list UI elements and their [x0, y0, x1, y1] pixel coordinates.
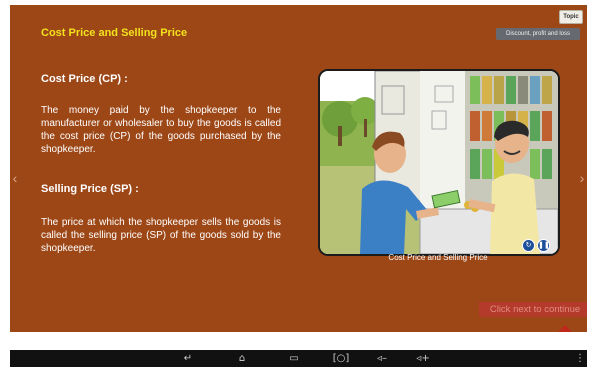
- recents-icon[interactable]: ▭: [286, 350, 302, 367]
- topic-button[interactable]: Topic: [559, 10, 583, 24]
- replay-icon[interactable]: ↻: [522, 239, 535, 252]
- topic-name-label: Discount, profit and loss: [496, 28, 580, 40]
- sp-heading: Selling Price (SP) :: [41, 183, 139, 195]
- chevron-left-icon[interactable]: ‹: [10, 168, 20, 188]
- cp-heading: Cost Price (CP) :: [41, 73, 128, 85]
- volume-up-icon[interactable]: ◃+: [414, 350, 432, 367]
- volume-down-icon[interactable]: ◃–: [373, 350, 391, 367]
- screenshot-icon[interactable]: [○]: [332, 350, 350, 367]
- footer-band: [10, 332, 587, 350]
- android-nav-bar: ↵ ⌂ ▭ [○] ◃– ◃+ ⋮: [10, 350, 587, 367]
- menu-dots-icon[interactable]: ⋮: [575, 350, 585, 367]
- lesson-screen: Cost Price and Selling Price Topic Disco…: [10, 5, 587, 367]
- next-hint: Click next to continue: [479, 302, 587, 317]
- sp-definition: The price at which the shopkeeper sells …: [41, 217, 281, 254]
- chevron-right-icon[interactable]: ›: [577, 168, 587, 188]
- back-icon[interactable]: ↵: [180, 350, 196, 367]
- slide-title: Cost Price and Selling Price: [41, 27, 188, 39]
- device-frame: Cost Price and Selling Price Topic Disco…: [0, 0, 597, 370]
- illustration-caption: Cost Price and Selling Price: [388, 253, 488, 262]
- home-icon[interactable]: ⌂: [233, 350, 251, 367]
- cp-definition: The money paid by the shopkeeper to the …: [41, 105, 281, 155]
- pause-icon[interactable]: ❚❚: [537, 239, 550, 252]
- shop-illustration: [318, 69, 560, 256]
